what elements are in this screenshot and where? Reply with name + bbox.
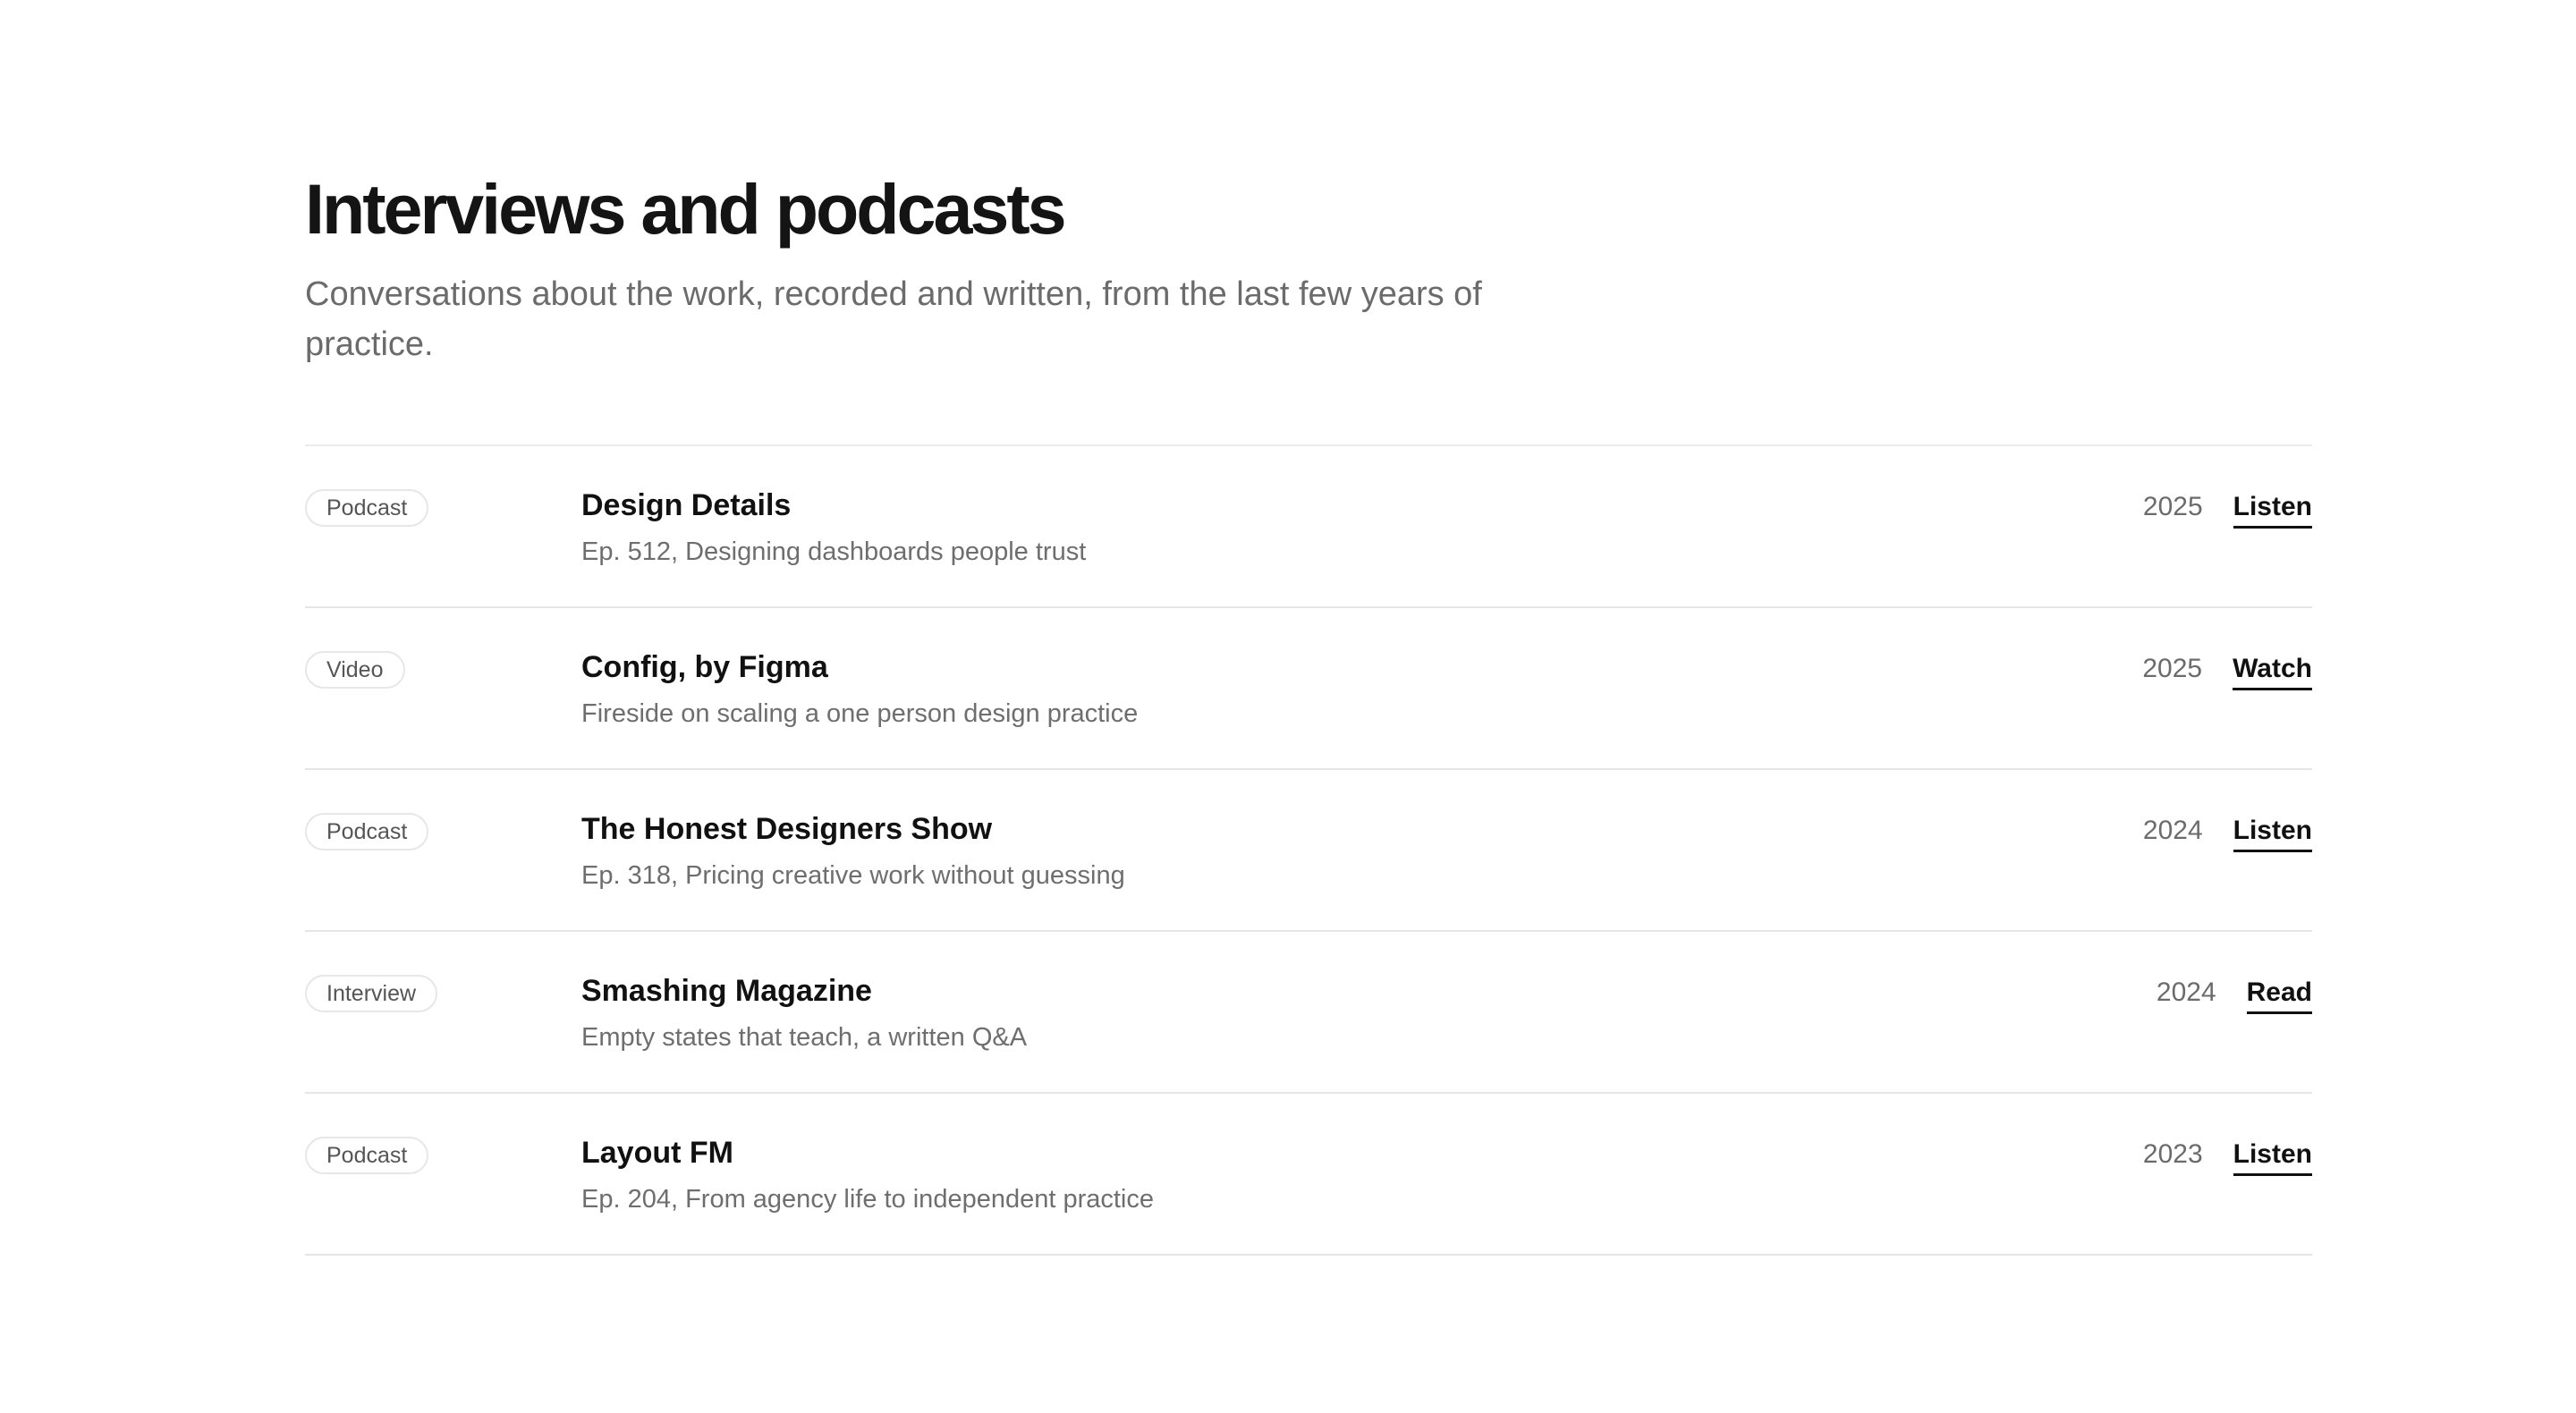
page-subtitle: Conversations about the work, recorded a… <box>305 275 1482 363</box>
type-badge: Podcast <box>305 1137 429 1174</box>
item-description: Ep. 318, Pricing creative work without g… <box>581 861 1125 890</box>
item-meta: 2024 Listen <box>2143 813 2312 852</box>
item-meta: 2025 Watch <box>2142 651 2312 690</box>
item-meta: 2025 Listen <box>2143 489 2312 529</box>
list-item: Interview Smashing Magazine Empty states… <box>305 932 2312 1094</box>
read-link[interactable]: Read <box>2246 975 2312 1014</box>
type-badge: Video <box>305 651 405 689</box>
item-year: 2023 <box>2142 1139 2203 1169</box>
item-year: 2025 <box>2142 654 2203 683</box>
item-title: Layout FM <box>581 1136 733 1170</box>
media-list: Podcast Design Details Ep. 512, Designin… <box>305 444 2312 1256</box>
item-title: Smashing Magazine <box>581 974 872 1008</box>
list-item: Podcast Design Details Ep. 512, Designin… <box>305 446 2312 608</box>
item-description: Empty states that teach, a written Q&A <box>581 1023 1028 1052</box>
page-title: Interviews and podcasts <box>305 169 1067 249</box>
item-description: Fireside on scaling a one person design … <box>581 699 1139 728</box>
item-year: 2024 <box>2156 977 2216 1007</box>
item-title: The Honest Designers Show <box>581 812 993 846</box>
item-title: Design Details <box>581 488 792 522</box>
list-item: Podcast The Honest Designers Show Ep. 31… <box>305 770 2312 932</box>
item-year: 2025 <box>2142 492 2203 521</box>
item-meta: 2024 Read <box>2157 975 2312 1014</box>
page: Interviews and podcasts Conversations ab… <box>0 0 2576 1413</box>
item-meta: 2023 Listen <box>2143 1137 2312 1176</box>
type-badge: Podcast <box>305 813 429 850</box>
list-item: Video Config, by Figma Fireside on scali… <box>305 608 2312 770</box>
item-description: Ep. 512, Designing dashboards people tru… <box>581 537 1087 566</box>
listen-link[interactable]: Listen <box>2233 489 2312 529</box>
type-badge: Interview <box>305 975 438 1012</box>
list-item: Podcast Layout FM Ep. 204, From agency l… <box>305 1094 2312 1256</box>
item-description: Ep. 204, From agency life to independent… <box>581 1185 1154 1214</box>
type-badge: Podcast <box>305 489 429 527</box>
item-title: Config, by Figma <box>581 650 828 684</box>
item-year: 2024 <box>2142 816 2203 845</box>
listen-link[interactable]: Listen <box>2233 813 2312 852</box>
content: Interviews and podcasts Conversations ab… <box>305 165 2312 1256</box>
watch-link[interactable]: Watch <box>2233 651 2312 690</box>
listen-link[interactable]: Listen <box>2233 1137 2312 1176</box>
